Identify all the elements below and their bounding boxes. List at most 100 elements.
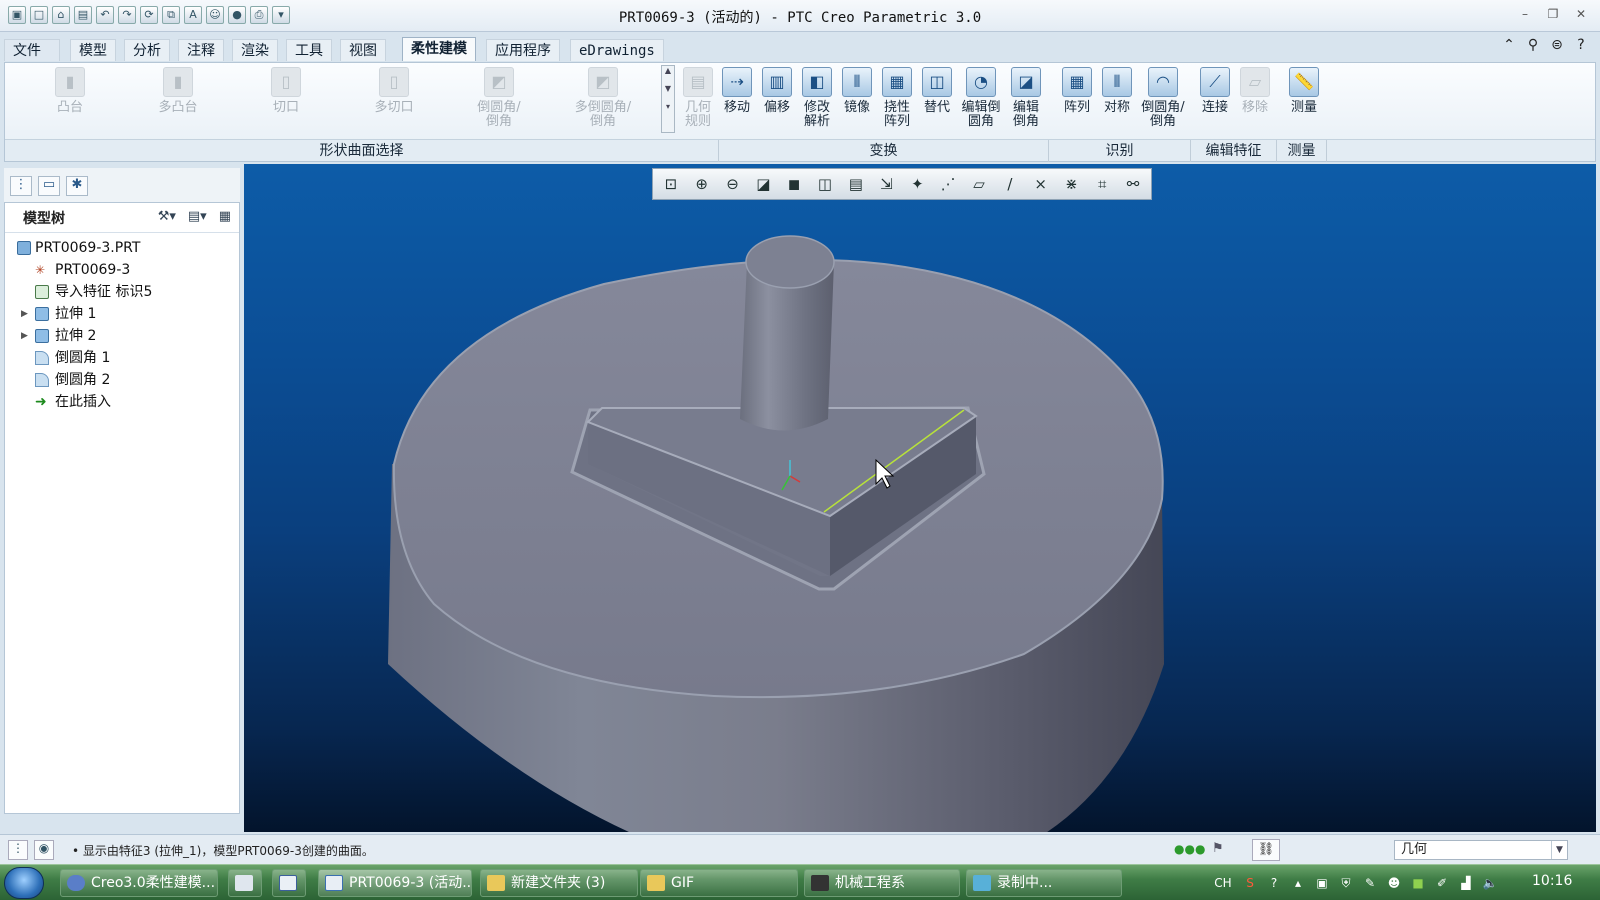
edit-round-button[interactable]: ◔ 编辑倒 圆角 [957, 63, 1005, 137]
annotation-display-icon[interactable]: ⌗ [1088, 171, 1116, 197]
model-3d-view[interactable] [244, 164, 1596, 832]
volume-icon[interactable]: 🔈 [1482, 876, 1498, 890]
pattern-recognize-button[interactable]: ▦ 阵列 [1057, 63, 1097, 137]
tree-node-import[interactable]: 导入特征 标识5 [5, 281, 239, 303]
taskbar-item-recording[interactable]: 录制中... [966, 869, 1122, 897]
tab-view[interactable]: 视图 [340, 39, 386, 61]
multi-cut-button[interactable]: ▯ 多切口 [341, 63, 447, 137]
perspective-icon[interactable]: ⇲ [873, 171, 901, 197]
symmetry-recognize-button[interactable]: ⫴ 对称 [1097, 63, 1137, 137]
tree-columns-icon[interactable]: ▦ [219, 209, 231, 224]
taskbar-item-mech[interactable]: 机械工程系 [804, 869, 960, 897]
taskbar-item-notepad[interactable] [228, 869, 262, 897]
saved-orientations-icon[interactable]: ◫ [811, 171, 839, 197]
substitute-button[interactable]: ◫ 替代 [917, 63, 957, 137]
expand-icon[interactable]: ▶ [21, 303, 31, 325]
point-display-icon[interactable]: × [1027, 171, 1055, 197]
tree-node-extrude-2[interactable]: ▶ 拉伸 2 [5, 325, 239, 347]
chevron-down-icon[interactable]: ▼ [1551, 841, 1567, 859]
view-manager-icon[interactable]: ▤ [842, 171, 870, 197]
tree-node-csys[interactable]: ✳ PRT0069-3 [5, 259, 239, 281]
favorites-tab-icon[interactable]: ✱ [66, 176, 88, 196]
nvidia-icon[interactable]: ■ [1410, 876, 1426, 890]
tab-annotate[interactable]: 注释 [178, 39, 224, 61]
section-display-icon[interactable]: ⚯ [1119, 171, 1147, 197]
axis-display-icon[interactable]: / [996, 171, 1024, 197]
collapse-ribbon-icon[interactable]: ⌃ [1500, 36, 1518, 54]
datum-display-icon[interactable]: ⋰ [934, 171, 962, 197]
qq-icon[interactable]: ☻ [1386, 876, 1402, 890]
attach-button[interactable]: ⟋ 连接 [1195, 63, 1235, 137]
tree-node-insert-here[interactable]: ➜ 在此插入 [5, 391, 239, 413]
measure-button[interactable]: 📏 测量 [1281, 63, 1327, 137]
taskbar-item-gif[interactable]: GIF [640, 869, 798, 897]
tab-tools[interactable]: 工具 [286, 39, 332, 61]
minimize-icon[interactable]: – [1516, 6, 1534, 22]
network-app-icon[interactable]: ▣ [1314, 876, 1330, 890]
round-chamfer-recognize-button[interactable]: ◠ 倒圆角/ 倒角 [1137, 63, 1189, 137]
help-tray-icon[interactable]: ? [1266, 876, 1282, 890]
tab-file[interactable]: 文件 ▾ [4, 39, 60, 81]
graphics-viewport[interactable]: ⊡ ⊕ ⊖ ◪ ◼ ◫ ▤ ⇲ ✦ ⋰ ▱ / × ⋇ ⌗ ⚯ [244, 164, 1596, 832]
multi-boss-button[interactable]: ▮ 多凸台 [125, 63, 231, 137]
csys-display-icon[interactable]: ⋇ [1058, 171, 1086, 197]
tool-tray-icon[interactable]: ✎ [1362, 876, 1378, 890]
find-icon[interactable]: ⛓ [1252, 839, 1280, 861]
settings-icon[interactable]: ⊜ [1548, 36, 1566, 54]
mirror-button[interactable]: ⫴ 镜像 [837, 63, 877, 137]
tree-show-icon[interactable]: ▤▾ [188, 209, 207, 224]
cut-button[interactable]: ▯ 切口 [231, 63, 341, 137]
restore-icon[interactable]: ❐ [1544, 6, 1562, 22]
round-chamfer-button[interactable]: ◩ 倒圆角/ 倒角 [447, 63, 551, 137]
taskbar-item-editor[interactable] [272, 869, 306, 897]
tab-edrawings[interactable]: eDrawings [570, 39, 664, 61]
arrow-up-icon[interactable]: ▴ [1290, 876, 1306, 890]
tree-node-part[interactable]: PRT0069-3.PRT [5, 237, 239, 259]
tree-node-round-2[interactable]: 倒圆角 2 [5, 369, 239, 391]
model-tree-tab-icon[interactable]: ⋮ [10, 176, 32, 196]
tree-node-round-1[interactable]: 倒圆角 1 [5, 347, 239, 369]
taskbar-item-creo-doc[interactable]: Creo3.0柔性建模... [60, 869, 218, 897]
plane-display-icon[interactable]: ▱ [965, 171, 993, 197]
tab-render[interactable]: 渲染 [232, 39, 278, 61]
modify-analytic-button[interactable]: ◧ 修改 解析 [797, 63, 837, 137]
start-button[interactable] [4, 867, 44, 899]
tab-applications[interactable]: 应用程序 [486, 39, 560, 61]
geometry-rule-button[interactable]: ▤ 几何 规则 [679, 63, 717, 137]
tab-flexible-modeling[interactable]: 柔性建模 [402, 37, 476, 61]
tree-settings-icon[interactable]: ⚒▾ [158, 209, 176, 224]
tab-model[interactable]: 模型 [70, 39, 116, 61]
language-indicator[interactable]: CH [1212, 876, 1234, 890]
tab-analysis[interactable]: 分析 [124, 39, 170, 61]
help-icon[interactable]: ? [1572, 36, 1590, 54]
gallery-scroll[interactable]: ▲ ▼ ▾ [661, 65, 675, 133]
spin-center-icon[interactable]: ✦ [904, 171, 932, 197]
zoom-out-icon[interactable]: ⊖ [719, 171, 747, 197]
boss-button[interactable]: ▮ 凸台 [15, 63, 125, 137]
move-button[interactable]: ⇢ 移动 [717, 63, 757, 137]
signal-icon[interactable]: ▟ [1458, 876, 1474, 890]
taskbar-item-creo[interactable]: PRT0069-3 (活动... [318, 869, 472, 897]
edit-chamfer-button[interactable]: ◪ 编辑 倒角 [1005, 63, 1047, 137]
tree-node-extrude-1[interactable]: ▶ 拉伸 1 [5, 303, 239, 325]
offset-button[interactable]: ▥ 偏移 [757, 63, 797, 137]
pen-tray-icon[interactable]: ✐ [1434, 876, 1450, 890]
selection-filter-select[interactable]: 几何 ▼ [1394, 840, 1568, 860]
folder-browser-tab-icon[interactable]: ▭ [38, 176, 60, 196]
display-style-icon[interactable]: ◼ [780, 171, 808, 197]
taskbar-item-folder[interactable]: 新建文件夹 (3) [480, 869, 638, 897]
expand-icon[interactable]: ▶ [21, 325, 31, 347]
refit-icon[interactable]: ⊡ [657, 171, 685, 197]
shield-icon[interactable]: ⛨ [1338, 876, 1354, 891]
repaint-icon[interactable]: ◪ [749, 171, 777, 197]
clock[interactable]: 10:16 [1532, 873, 1572, 889]
search-icon[interactable]: ⚲ [1524, 36, 1542, 54]
post-cylinder-top[interactable] [745, 235, 835, 289]
flag-icon[interactable]: ⚑ [1212, 841, 1224, 856]
remove-button[interactable]: ▱ 移除 [1235, 63, 1275, 137]
zoom-in-icon[interactable]: ⊕ [688, 171, 716, 197]
close-icon[interactable]: ✕ [1572, 6, 1590, 22]
browser-toggle-icon[interactable]: ◉ [34, 840, 54, 860]
multi-round-chamfer-button[interactable]: ◩ 多倒圆角/ 倒角 [551, 63, 655, 137]
ime-icon[interactable]: S [1242, 876, 1258, 890]
